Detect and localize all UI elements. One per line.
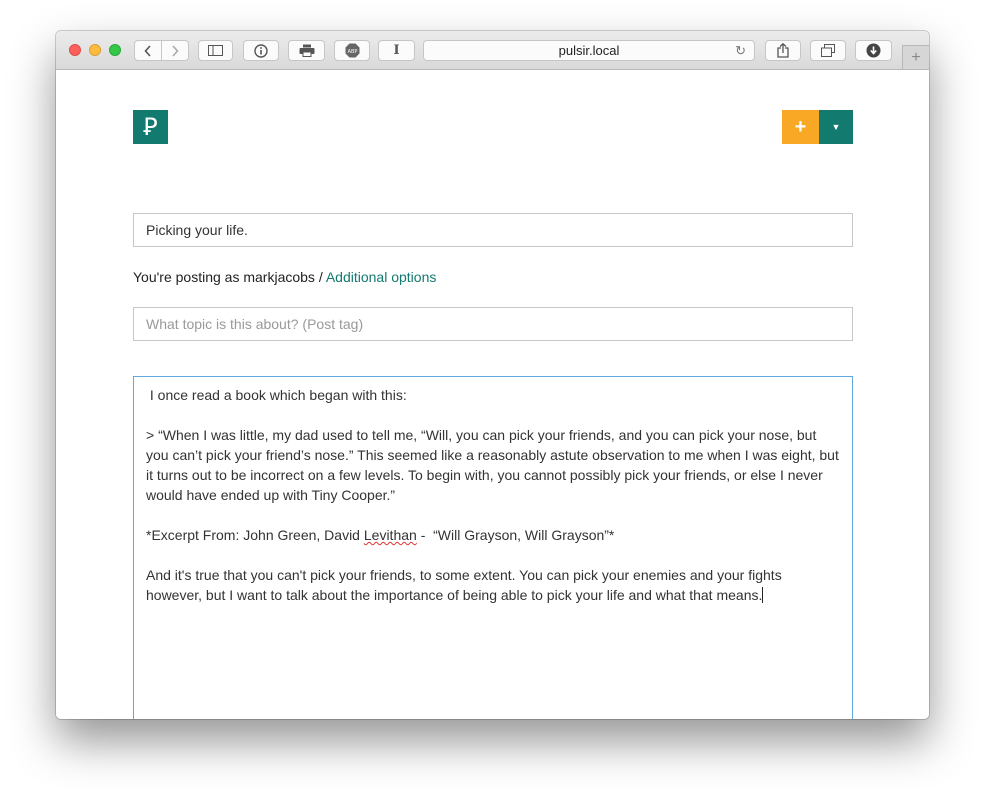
text-caret (762, 587, 764, 603)
zoom-window-button[interactable] (109, 44, 121, 56)
post-title-value: Picking your life. (146, 222, 248, 238)
reload-icon[interactable]: ↻ (735, 43, 746, 59)
body-blank-line (146, 505, 840, 525)
chevron-left-icon (144, 44, 151, 57)
new-tab-button[interactable]: + (902, 45, 929, 69)
text-cursor-extension-button[interactable]: I (378, 40, 415, 61)
share-icon (777, 43, 789, 58)
url-text: pulsir.local (558, 43, 620, 58)
download-icon (866, 43, 881, 58)
post-body-textarea[interactable]: I once read a book which began with this… (133, 376, 853, 719)
printer-icon (299, 44, 314, 57)
menu-dropdown-button[interactable]: ▼ (819, 110, 853, 144)
print-button[interactable] (288, 40, 325, 61)
post-tag-placeholder: What topic is this about? (Post tag) (146, 316, 364, 332)
text-cursor-icon: I (393, 43, 400, 58)
downloads-button[interactable] (855, 40, 892, 61)
adblock-button[interactable]: ABP (334, 40, 370, 61)
posting-as-text: You're posting as markjacobs / (133, 269, 326, 285)
body-closing-text: And it's true that you can't pick your f… (146, 567, 782, 603)
svg-text:ABP: ABP (347, 49, 357, 55)
back-forward-group (134, 40, 189, 61)
site-logo[interactable]: Ꝑ (133, 110, 168, 144)
post-title-input[interactable]: Picking your life. (133, 213, 853, 247)
misspelled-word: Levithan (363, 527, 417, 543)
body-closing: And it's true that you can't pick your f… (146, 565, 840, 605)
excerpt-suffix: - “Will Grayson, Will Grayson”* (416, 527, 615, 543)
info-icon (254, 43, 268, 58)
body-quote: > “When I was little, my dad used to tel… (146, 427, 839, 503)
chevron-right-icon (172, 44, 179, 57)
plus-icon: + (911, 48, 921, 66)
sidebar-toggle-button[interactable] (198, 40, 233, 61)
back-button[interactable] (135, 41, 161, 60)
sidebar-icon (208, 45, 223, 56)
post-tag-input[interactable]: What topic is this about? (Post tag) (133, 307, 853, 341)
reader-info-button[interactable] (243, 40, 279, 61)
plus-icon: + (794, 115, 807, 138)
page-content: Ꝑ + ▼ Picking your life. You're posting … (56, 70, 929, 719)
posting-as-line: You're posting as markjacobs / Additiona… (133, 269, 436, 285)
forward-button[interactable] (161, 41, 188, 60)
adblock-icon: ABP (345, 43, 359, 58)
close-window-button[interactable] (69, 44, 81, 56)
caret-down-icon: ▼ (831, 122, 841, 132)
browser-toolbar: ABP I pulsir.local ↻ + (56, 31, 929, 70)
browser-window: ABP I pulsir.local ↻ + Ꝑ + ▼ Picking you… (56, 31, 929, 719)
share-button[interactable] (765, 40, 801, 61)
additional-options-link[interactable]: Additional options (326, 269, 437, 285)
address-bar[interactable]: pulsir.local ↻ (423, 40, 755, 61)
body-blank-line (146, 545, 840, 565)
add-post-button[interactable]: + (782, 110, 819, 144)
minimize-window-button[interactable] (89, 44, 101, 56)
body-excerpt: *Excerpt From: John Green, David Levitha… (146, 525, 840, 545)
body-blank-line (146, 405, 840, 425)
excerpt-prefix: *Excerpt From: John Green, David (146, 527, 364, 543)
tabs-overview-button[interactable] (810, 40, 846, 61)
body-line-intro: I once read a book which began with this… (146, 387, 407, 403)
tabs-icon (821, 44, 835, 57)
